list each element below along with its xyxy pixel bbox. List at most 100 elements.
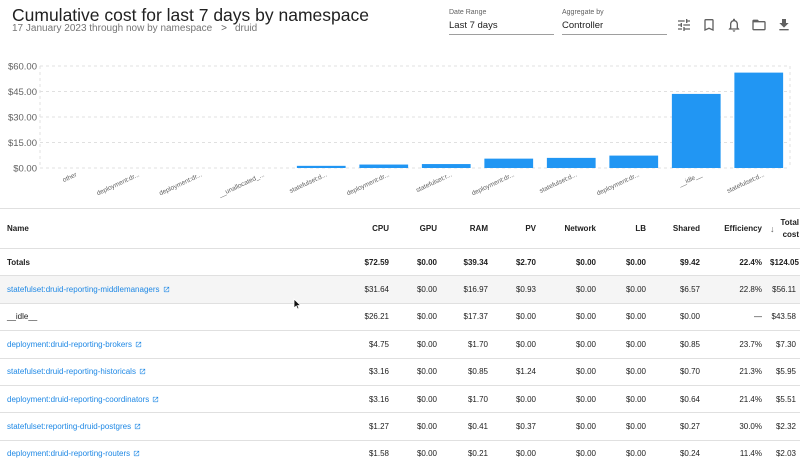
chart-bar[interactable]	[546, 157, 596, 168]
row-name-link[interactable]: statefulset:reporting-druid-postgres	[7, 422, 131, 431]
chart-bar[interactable]	[296, 165, 346, 168]
cost-bar-chart: $0.00 $15.00 $30.00 $45.00 $60.00 other deploy…	[0, 55, 800, 205]
chart-bar[interactable]	[359, 164, 409, 168]
row-lb-cell: $0.00	[600, 412, 650, 441]
table-row[interactable]: deployment:druid-reporting-brokers $4.75 $…	[0, 330, 800, 359]
row-ram-cell: $0.85	[441, 358, 492, 386]
x-tick-label: statefulset:r...	[415, 171, 453, 194]
x-tick-label: __unallocated_...	[217, 171, 266, 199]
chart-bar[interactable]	[609, 155, 659, 168]
subtitle-range: 17 January 2023 through now by namespace	[12, 23, 213, 34]
row-network-cell: $0.00	[540, 303, 600, 332]
bookmark-icon[interactable]	[701, 17, 717, 33]
table-row[interactable]: __idle__ $26.21 $0.00 $17.37 $0.00 $0.00 $0.00…	[0, 303, 800, 332]
row-name-link[interactable]: deployment:druid-reporting-brokers	[7, 340, 132, 349]
aggregate-by-select[interactable]: Aggregate by Controller	[562, 9, 667, 35]
open-in-new-icon[interactable]	[163, 286, 170, 293]
chart-bar[interactable]	[421, 164, 471, 168]
x-tick-label: deployment:dr...	[471, 171, 516, 197]
totals-lb: $0.00	[600, 248, 650, 277]
aggregate-by-value[interactable]: Controller	[562, 20, 667, 35]
total-cost-label-line2: cost	[782, 229, 800, 239]
column-header-shared[interactable]: Shared	[650, 208, 704, 249]
row-pv-cell: $0.00	[492, 330, 540, 359]
row-shared-cell: $0.70	[650, 358, 704, 386]
date-range-select[interactable]: Date Range Last 7 days	[449, 9, 554, 35]
row-shared-cell: $0.64	[650, 385, 704, 414]
row-efficiency-cell: 30.0%	[704, 412, 766, 441]
column-header-efficiency[interactable]: Efficiency	[704, 208, 766, 249]
column-header-pv[interactable]: PV	[492, 208, 540, 249]
row-ram-cell: $17.37	[441, 303, 492, 332]
row-total-cost-cell: $5.95	[766, 358, 800, 386]
row-shared-cell: $0.85	[650, 330, 704, 359]
row-efficiency-cell: 22.8%	[704, 275, 766, 304]
open-in-new-icon[interactable]	[152, 396, 159, 403]
row-efficiency-cell: 21.3%	[704, 358, 766, 386]
row-lb-cell: $0.00	[600, 275, 650, 304]
open-in-new-icon[interactable]	[134, 423, 141, 430]
row-total-cost-cell: $43.58	[766, 303, 800, 332]
row-name-cell[interactable]: statefulset:reporting-druid-postgres	[0, 412, 300, 441]
chart-bar[interactable]	[671, 93, 721, 168]
row-gpu-cell: $0.00	[393, 412, 441, 441]
row-name-cell[interactable]: deployment:druid-reporting-routers	[0, 440, 300, 465]
row-pv-cell: $1.24	[492, 358, 540, 386]
row-pv-cell: $0.37	[492, 412, 540, 441]
table-row[interactable]: statefulset:druid-reporting-historicals $…	[0, 358, 800, 386]
row-name-cell[interactable]: statefulset:druid-reporting-middlemanage…	[0, 275, 300, 304]
open-in-new-icon[interactable]	[135, 341, 142, 348]
table-row[interactable]: statefulset:reporting-druid-postgres $1.2…	[0, 412, 800, 441]
table-row[interactable]: deployment:druid-reporting-routers $1.58 $…	[0, 440, 800, 465]
column-header-name[interactable]: Name	[0, 208, 300, 249]
totals-row: Totals $72.59 $0.00 $39.34 $2.70 $0.00 $…	[0, 248, 800, 277]
date-range-value[interactable]: Last 7 days	[449, 20, 554, 35]
x-tick-label: deployment:dr...	[96, 171, 141, 197]
download-icon[interactable]	[776, 17, 792, 33]
row-name-link[interactable]: deployment:druid-reporting-coordinators	[7, 395, 149, 404]
column-header-network[interactable]: Network	[540, 208, 600, 249]
row-name-label: __idle__	[7, 312, 38, 322]
column-header-gpu[interactable]: GPU	[393, 208, 441, 249]
chart-bar[interactable]	[734, 72, 784, 168]
breadcrumb-separator: >	[221, 23, 227, 34]
breadcrumb-item-druid[interactable]: druid	[235, 23, 257, 34]
row-gpu-cell: $0.00	[393, 440, 441, 465]
row-shared-cell: $0.27	[650, 412, 704, 441]
tune-icon[interactable]	[676, 17, 692, 33]
row-name-cell[interactable]: deployment:druid-reporting-brokers	[0, 330, 300, 359]
sort-descending-icon[interactable]: ↓	[770, 224, 775, 234]
column-header-ram[interactable]: RAM	[441, 208, 492, 249]
row-name-link[interactable]: deployment:druid-reporting-routers	[7, 449, 130, 458]
row-cpu-cell: $26.21	[300, 303, 393, 332]
chart-bar[interactable]	[484, 158, 534, 168]
open-in-new-icon[interactable]	[133, 450, 140, 457]
x-tick-label: statefulset:d...	[726, 171, 766, 195]
date-range-label: Date Range	[449, 9, 487, 16]
column-header-total-cost[interactable]: ↓ Total cost	[766, 208, 800, 249]
totals-pv: $2.70	[492, 248, 540, 277]
column-header-lb[interactable]: LB	[600, 208, 650, 249]
row-pv-cell: $0.00	[492, 440, 540, 465]
row-name-cell[interactable]: statefulset:druid-reporting-historicals	[0, 358, 300, 386]
row-total-cost-cell: $2.03	[766, 440, 800, 465]
open-in-new-icon[interactable]	[139, 368, 146, 375]
row-name-cell[interactable]: deployment:druid-reporting-coordinators	[0, 385, 300, 414]
totals-label: Totals	[0, 248, 300, 277]
row-lb-cell: $0.00	[600, 358, 650, 386]
row-cpu-cell: $1.27	[300, 412, 393, 441]
table-row[interactable]: statefulset:druid-reporting-middlemanage…	[0, 275, 800, 304]
row-lb-cell: $0.00	[600, 440, 650, 465]
x-tick-label: deployment:dr...	[158, 171, 203, 197]
row-name-link[interactable]: statefulset:druid-reporting-middlemanage…	[7, 285, 160, 294]
row-lb-cell: $0.00	[600, 303, 650, 332]
table-row[interactable]: deployment:druid-reporting-coordinators $…	[0, 385, 800, 414]
column-header-cpu[interactable]: CPU	[300, 208, 393, 249]
folder-icon[interactable]	[751, 17, 767, 33]
x-tick-label: __idle__	[677, 171, 703, 188]
row-name-link[interactable]: statefulset:druid-reporting-historicals	[7, 367, 136, 376]
mouse-cursor-icon	[293, 297, 303, 310]
row-gpu-cell: $0.00	[393, 385, 441, 414]
row-pv-cell: $0.00	[492, 385, 540, 414]
bell-icon[interactable]	[726, 17, 742, 33]
